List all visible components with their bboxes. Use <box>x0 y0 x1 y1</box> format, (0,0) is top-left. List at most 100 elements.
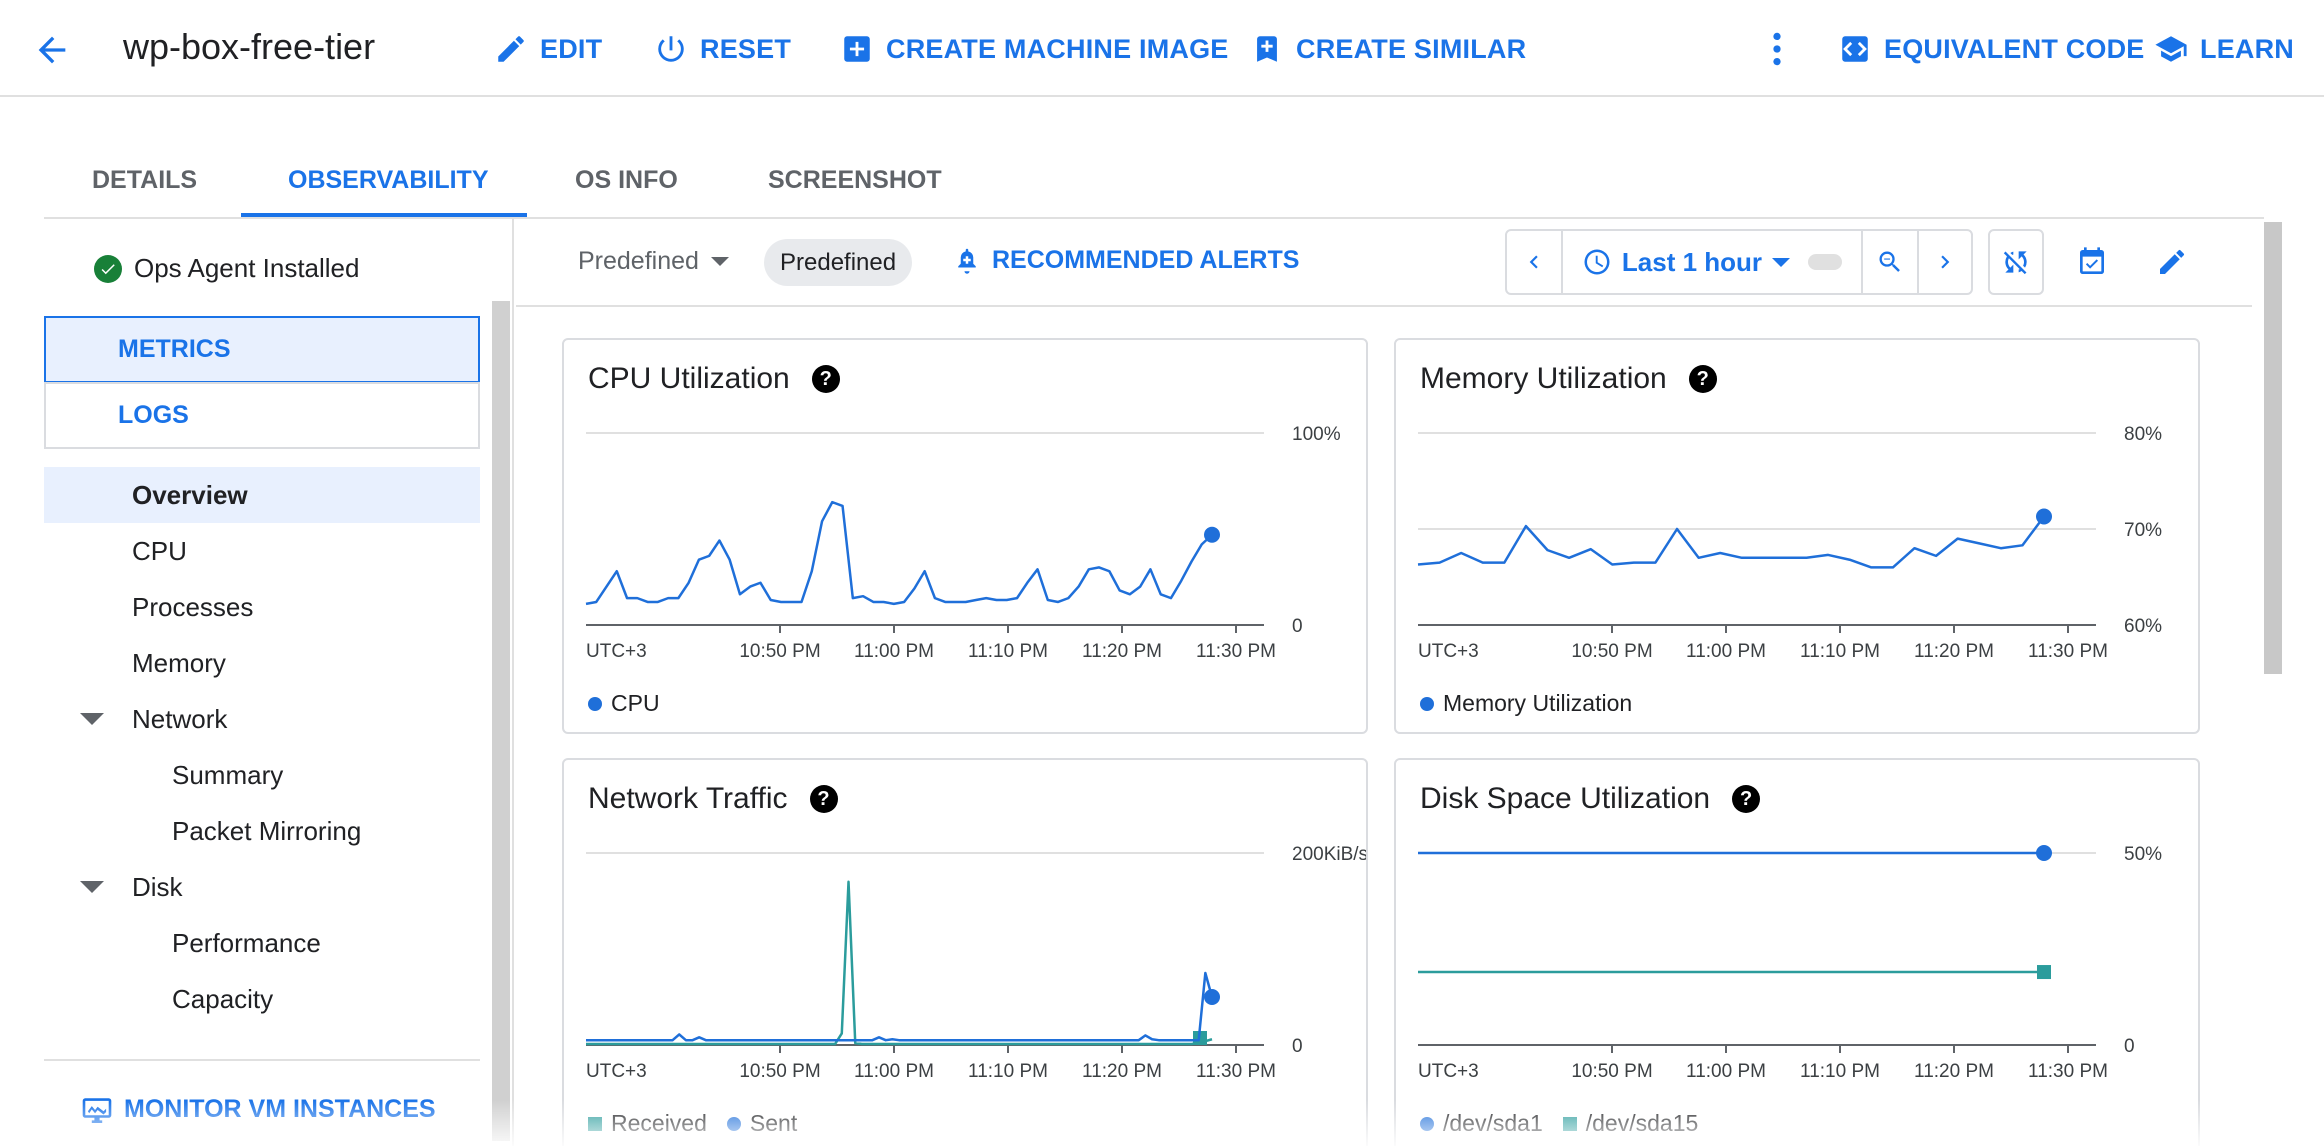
more-vert-icon[interactable] <box>1760 28 1794 70</box>
create-machine-image-label: CREATE MACHINE IMAGE <box>886 33 1229 64</box>
monitor-vm-instances-link[interactable]: MONITOR VM INSTANCES <box>80 1095 436 1124</box>
time-range-label: Last 1 hour <box>1621 246 1763 277</box>
back-arrow-icon[interactable] <box>32 30 72 70</box>
legend-swatch <box>588 1116 602 1131</box>
x-tick-label: 11:10 PM <box>968 1061 1048 1082</box>
ops-agent-label: Ops Agent Installed <box>134 253 360 283</box>
sidebar-item-network[interactable]: Network <box>44 691 480 747</box>
check-circle-icon <box>94 254 122 283</box>
x-tick-label: 11:10 PM <box>1800 1061 1880 1082</box>
timezone-label: UTC+3 <box>1418 1061 1479 1082</box>
recommended-alerts-label: RECOMMENDED ALERTS <box>992 245 1300 274</box>
sidebar-item-disk[interactable]: Disk <box>44 859 480 915</box>
create-similar-button[interactable]: CREATE SIMILAR <box>1250 28 1526 70</box>
pencil-icon <box>498 36 524 62</box>
add-note-icon <box>1257 36 1277 62</box>
edit-label: EDIT <box>540 33 603 64</box>
disk-space-utilization-chart[interactable]: 0 50% UTC+3 10:50 PM 11:00 PM 11:10 PM 11:20 P… <box>1396 760 2200 1146</box>
sidebar-scrollbar[interactable] <box>492 301 510 1141</box>
x-tick-label: 11:10 PM <box>968 641 1048 662</box>
observability-sidebar: Ops Agent Installed METRICS LOGS Overvie… <box>44 219 514 1146</box>
learn-label: LEARN <box>2200 33 2294 64</box>
pencil-icon <box>2160 249 2185 274</box>
legend-label: /dev/sda15 <box>1585 1110 1699 1136</box>
x-tick-label: 10:50 PM <box>1571 641 1652 662</box>
sidebar-item-cpu[interactable]: CPU <box>44 523 480 579</box>
main-scrollbar[interactable] <box>2264 222 2282 674</box>
sidebar-item-network-summary[interactable]: Summary <box>44 747 480 803</box>
chart-legend: CPU <box>588 690 660 717</box>
create-similar-label: CREATE SIMILAR <box>1296 33 1527 64</box>
zoom-out-button[interactable] <box>1863 231 1919 293</box>
equivalent-code-button[interactable]: EQUIVALENT CODE <box>1838 28 2145 70</box>
network-traffic-chart[interactable]: 0 200KiB/s UTC+3 10:50 PM 11:00 PM 11:10 PM 11… <box>564 760 1368 1146</box>
series-end-marker <box>2037 965 2051 980</box>
legend-swatch <box>588 696 602 711</box>
time-forward-button[interactable] <box>1919 231 1971 293</box>
logs-button[interactable]: LOGS <box>44 382 480 449</box>
x-tick-label: 11:30 PM <box>1196 1061 1276 1082</box>
expand-caret-icon[interactable] <box>80 881 104 893</box>
dashboard-dropdown[interactable]: Predefined <box>578 247 729 276</box>
tab-screenshot[interactable]: SCREENSHOT <box>768 166 942 195</box>
monitor-vm-instances-label: MONITOR VM INSTANCES <box>124 1095 436 1123</box>
legend-item[interactable]: Memory Utilization <box>1420 690 1632 717</box>
expand-caret-icon[interactable] <box>80 713 104 725</box>
x-tick-label: 11:00 PM <box>1686 641 1766 662</box>
x-tick-label: 10:50 PM <box>739 641 820 662</box>
series-end-marker <box>1204 526 1220 543</box>
disk-space-utilization-card: Disk Space Utilization ? 0 50% UTC+3 10:50 … <box>1394 758 2200 1146</box>
dashboard-toolbar: Predefined Predefined RECOMMENDED ALERTS… <box>516 219 2252 307</box>
legend-item[interactable]: /dev/sda1 <box>1420 1110 1543 1137</box>
equivalent-code-label: EQUIVALENT CODE <box>1884 33 2145 64</box>
code-icon <box>1842 36 1868 62</box>
tab-details[interactable]: DETAILS <box>92 166 197 195</box>
y-tick-label: 80% <box>2124 424 2162 445</box>
edit-dashboard-button[interactable] <box>2144 229 2200 295</box>
cpu-utilization-card: CPU Utilization ? 0 100% UTC+3 10:50 PM 11:0… <box>562 338 1368 734</box>
auto-refresh-off-button[interactable] <box>1988 229 2044 295</box>
legend-item[interactable]: Sent <box>726 1110 797 1137</box>
x-tick-label: 11:20 PM <box>1082 641 1162 662</box>
sidebar-divider <box>44 1059 480 1061</box>
x-tick-label: 11:00 PM <box>854 641 934 662</box>
x-tick-label: 11:30 PM <box>2028 1061 2108 1082</box>
x-tick-label: 11:10 PM <box>1800 641 1880 662</box>
y-tick-label: 60% <box>2124 616 2162 637</box>
y-tick-label: 50% <box>2124 844 2162 865</box>
time-range-controls: Last 1 hour <box>1505 229 1973 295</box>
tab-observability[interactable]: OBSERVABILITY <box>288 166 489 195</box>
y-tick-label: 0 <box>1292 1036 1303 1057</box>
series-end-marker <box>2036 508 2052 525</box>
learn-button[interactable]: LEARN <box>2154 28 2294 70</box>
legend-item[interactable]: Received <box>588 1110 707 1137</box>
time-range-toggle[interactable] <box>1808 254 1843 270</box>
legend-item[interactable]: /dev/sda15 <box>1562 1110 1699 1137</box>
metrics-button[interactable]: METRICS <box>44 316 480 383</box>
legend-item[interactable]: CPU <box>588 690 660 717</box>
sidebar-item-memory[interactable]: Memory <box>44 635 480 691</box>
zoom-out-icon <box>1879 251 1900 272</box>
reset-button[interactable]: RESET <box>654 28 791 70</box>
timezone-label: UTC+3 <box>586 641 647 662</box>
tab-os-info[interactable]: OS INFO <box>575 166 678 195</box>
sidebar-item-packet-mirroring[interactable]: Packet Mirroring <box>44 803 480 859</box>
sidebar-item-overview[interactable]: Overview <box>44 467 480 523</box>
clock-icon <box>1584 249 1610 275</box>
time-back-button[interactable] <box>1507 231 1563 293</box>
sidebar-item-disk-performance[interactable]: Performance <box>44 915 480 971</box>
chart-legend: /dev/sda1 /dev/sda15 <box>1420 1110 1698 1137</box>
sidebar-item-processes[interactable]: Processes <box>44 579 480 635</box>
create-machine-image-button[interactable]: CREATE MACHINE IMAGE <box>840 28 1229 70</box>
recommended-alerts-button[interactable]: RECOMMENDED ALERTS <box>952 245 1299 275</box>
time-range-select[interactable]: Last 1 hour <box>1563 231 1863 293</box>
sidebar-item-disk-capacity[interactable]: Capacity <box>44 971 480 1027</box>
cpu-utilization-chart[interactable]: 0 100% UTC+3 10:50 PM 11:00 PM 11:10 PM 11:20 … <box>564 340 1368 734</box>
legend-swatch <box>1420 1116 1434 1131</box>
series-line-memory-utilization <box>1417 515 2046 569</box>
edit-button[interactable]: EDIT <box>494 28 602 70</box>
dashboard-chip[interactable]: Predefined <box>764 239 913 286</box>
memory-utilization-chart[interactable]: 60% 70% 80% UTC+3 10:50 PM 11:00 PM 11:10 PM 11… <box>1396 340 2200 734</box>
calendar-button[interactable] <box>2064 229 2120 295</box>
active-tab-indicator <box>241 213 527 217</box>
